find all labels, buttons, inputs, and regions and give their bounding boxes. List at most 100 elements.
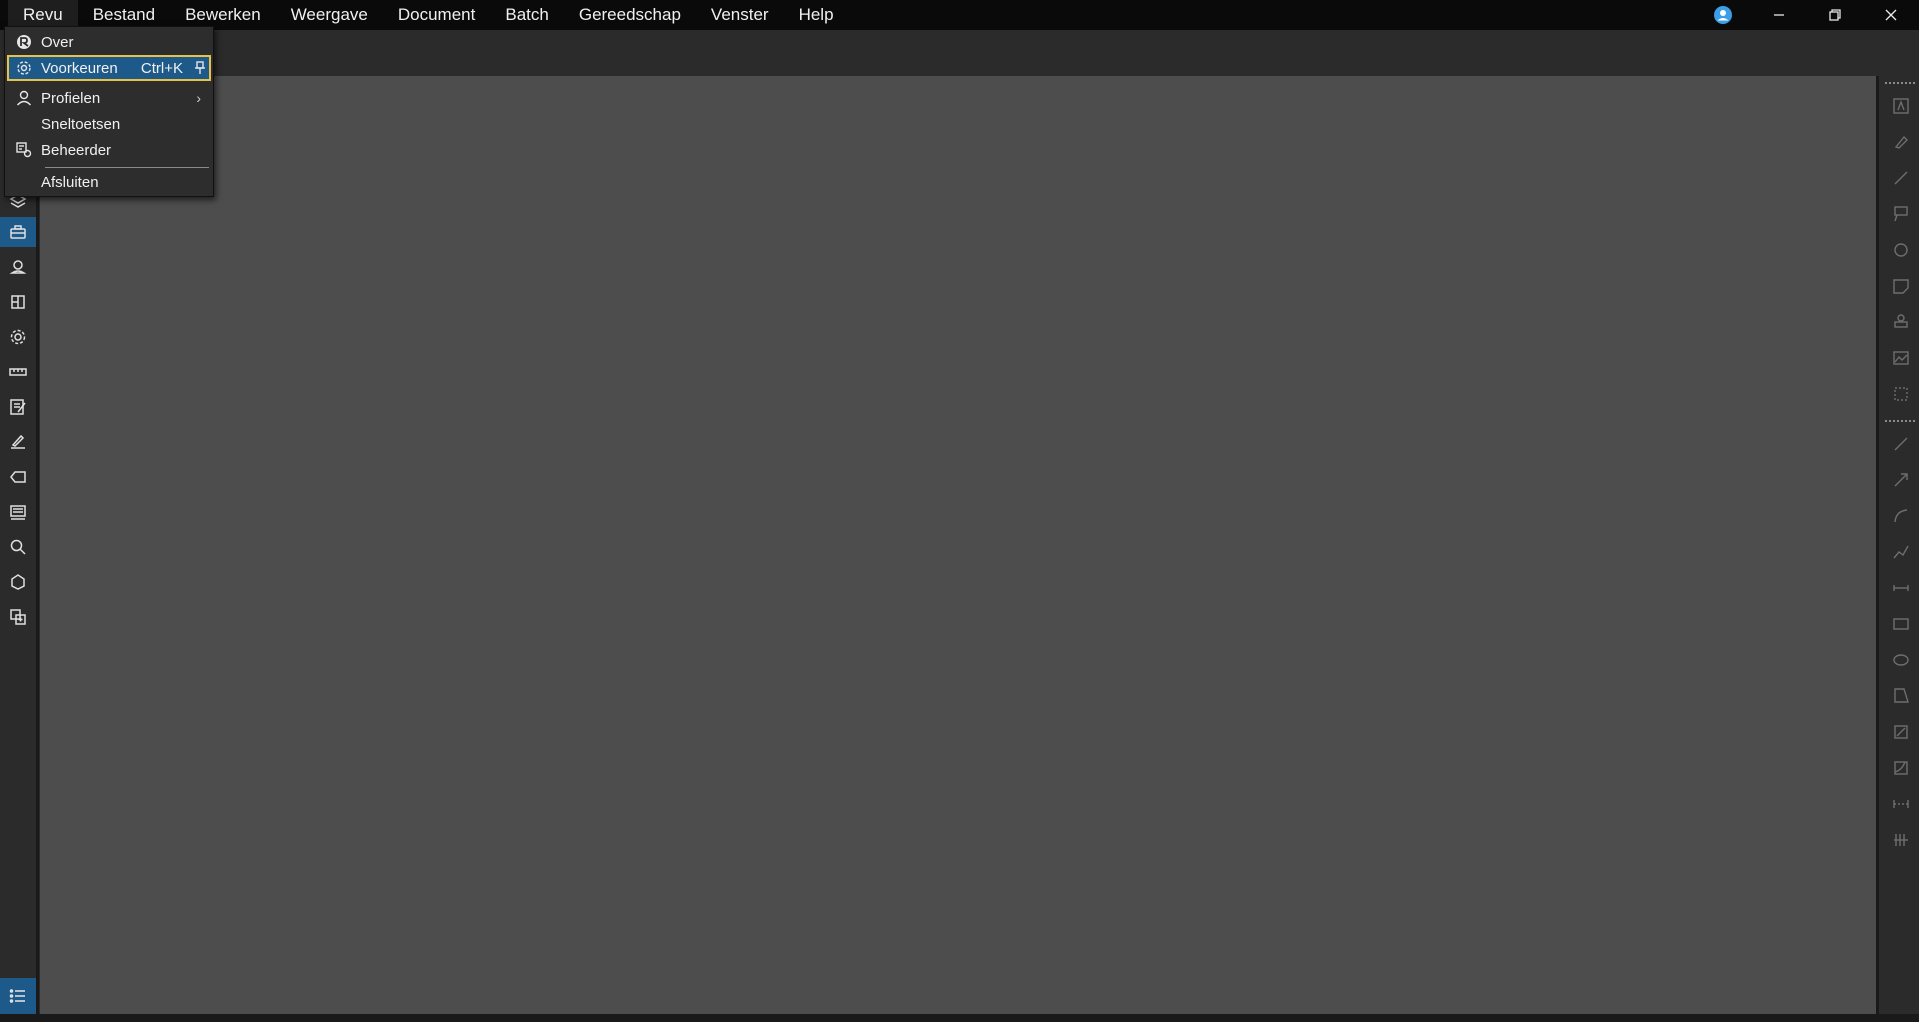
right-tool-rail bbox=[1876, 76, 1919, 1022]
menu-item-voorkeuren[interactable]: Voorkeuren Ctrl+K bbox=[7, 55, 211, 81]
search-button[interactable] bbox=[3, 532, 33, 562]
line-icon bbox=[1894, 437, 1908, 451]
profielen-label: Profielen bbox=[41, 89, 101, 107]
menu-bar: Revu Bestand Bewerken Weergave Document … bbox=[0, 0, 1919, 30]
stamp-icon bbox=[10, 505, 26, 520]
signature-icon bbox=[11, 434, 25, 449]
voorkeuren-shortcut: Ctrl+K bbox=[140, 59, 183, 77]
left-panel-rail bbox=[0, 76, 39, 1022]
menu-batch[interactable]: Batch bbox=[490, 0, 563, 30]
minimize-button[interactable] bbox=[1751, 0, 1807, 30]
rectangle-tool[interactable] bbox=[1889, 612, 1913, 636]
length-tool[interactable] bbox=[1889, 792, 1913, 816]
settings-icon bbox=[10, 329, 26, 345]
markup-list-icon bbox=[10, 399, 26, 415]
menu-item-over[interactable]: Over bbox=[7, 29, 211, 55]
arrow-tool[interactable] bbox=[1889, 468, 1913, 492]
rectangle-icon bbox=[1893, 618, 1909, 630]
studio-icon bbox=[11, 295, 25, 309]
perimeter-tool[interactable] bbox=[1889, 756, 1913, 780]
count-icon bbox=[1894, 834, 1908, 846]
highlight-tool[interactable] bbox=[1889, 130, 1913, 154]
menu-separator bbox=[45, 167, 209, 168]
area-measure-tool[interactable] bbox=[1889, 720, 1913, 744]
note-icon bbox=[1893, 279, 1909, 294]
polyline-icon bbox=[1893, 545, 1909, 559]
menu-item-sneltoetsen[interactable]: Sneltoetsen bbox=[7, 111, 211, 137]
perimeter-icon bbox=[1894, 761, 1908, 775]
tags-button[interactable] bbox=[3, 462, 33, 492]
places-button[interactable] bbox=[3, 252, 33, 282]
arc-tool[interactable] bbox=[1889, 504, 1913, 528]
text-box-icon bbox=[1893, 98, 1909, 114]
rail-divider bbox=[1885, 82, 1915, 86]
line-tool[interactable] bbox=[1889, 432, 1913, 456]
pin-button[interactable] bbox=[189, 61, 211, 75]
user-icon bbox=[1714, 6, 1732, 24]
ellipse-tool[interactable] bbox=[1889, 648, 1913, 672]
user-icon bbox=[16, 90, 32, 106]
toolbox-icon bbox=[10, 225, 26, 239]
minimize-icon bbox=[1774, 14, 1784, 16]
menu-item-profielen[interactable]: Profielen › bbox=[7, 85, 211, 111]
image-tool[interactable] bbox=[1889, 346, 1913, 370]
callout-icon bbox=[1894, 206, 1908, 222]
dimension-icon bbox=[1893, 585, 1909, 591]
menu-document[interactable]: Document bbox=[383, 0, 490, 30]
close-button[interactable] bbox=[1863, 0, 1919, 30]
add-icon bbox=[10, 609, 26, 625]
list-view-button[interactable] bbox=[0, 978, 36, 1014]
markups-list-button[interactable] bbox=[3, 392, 33, 422]
measurements-button[interactable] bbox=[3, 357, 33, 387]
menu-item-beheerder[interactable]: Beheerder bbox=[7, 137, 211, 163]
polygon-tool[interactable] bbox=[1889, 684, 1913, 708]
text-box-tool[interactable] bbox=[1889, 94, 1913, 118]
menu-item-afsluiten[interactable]: Afsluiten bbox=[7, 169, 211, 195]
snapshot-tool[interactable] bbox=[1889, 382, 1913, 406]
document-canvas[interactable] bbox=[40, 76, 1876, 1014]
stamp-tool[interactable] bbox=[1889, 310, 1913, 334]
revu-dropdown-menu: Over Voorkeuren Ctrl+K Profielen › Snelt… bbox=[4, 26, 214, 197]
toolbar bbox=[0, 30, 1919, 77]
location-pin-icon bbox=[9, 260, 27, 274]
crop-icon bbox=[1894, 387, 1908, 401]
signatures-button[interactable] bbox=[3, 427, 33, 457]
length-icon bbox=[1893, 800, 1909, 808]
menu-gereedschap[interactable]: Gereedschap bbox=[564, 0, 696, 30]
ellipse-icon bbox=[1893, 654, 1909, 666]
polygon-icon bbox=[1894, 688, 1909, 703]
beheerder-label: Beheerder bbox=[41, 141, 112, 159]
toolbox-button[interactable] bbox=[0, 217, 36, 247]
shapes-button[interactable] bbox=[3, 567, 33, 597]
settings-icon bbox=[17, 61, 31, 75]
menu-help[interactable]: Help bbox=[784, 0, 849, 30]
arrow-icon bbox=[1894, 473, 1908, 487]
afsluiten-label: Afsluiten bbox=[41, 173, 99, 191]
area-measure-icon bbox=[1894, 725, 1908, 739]
over-label: Over bbox=[41, 33, 74, 51]
cloud-tool[interactable] bbox=[1889, 238, 1913, 262]
note-tool[interactable] bbox=[1889, 274, 1913, 298]
count-tool[interactable] bbox=[1889, 828, 1913, 852]
studio-button[interactable] bbox=[3, 287, 33, 317]
revu-logo-icon bbox=[17, 35, 31, 49]
menu-venster[interactable]: Venster bbox=[696, 0, 784, 30]
sneltoetsen-label: Sneltoetsen bbox=[41, 115, 121, 133]
callout-tool[interactable] bbox=[1889, 202, 1913, 226]
cloud-icon bbox=[1894, 243, 1908, 257]
add-panel-button[interactable] bbox=[3, 602, 33, 632]
dimension-tool[interactable] bbox=[1889, 576, 1913, 600]
voorkeuren-label: Voorkeuren bbox=[41, 59, 118, 77]
search-icon bbox=[10, 539, 26, 555]
pen-tool[interactable] bbox=[1889, 166, 1913, 190]
stamps-button[interactable] bbox=[3, 497, 33, 527]
properties-button[interactable] bbox=[3, 322, 33, 352]
pin-icon bbox=[195, 61, 205, 74]
polyline-tool[interactable] bbox=[1889, 540, 1913, 564]
pen-icon bbox=[1894, 171, 1908, 185]
highlighter-icon bbox=[1894, 135, 1908, 149]
status-bar bbox=[0, 1014, 1919, 1022]
user-account-button[interactable] bbox=[1701, 0, 1745, 30]
menu-weergave[interactable]: Weergave bbox=[276, 0, 383, 30]
restore-button[interactable] bbox=[1807, 0, 1863, 30]
